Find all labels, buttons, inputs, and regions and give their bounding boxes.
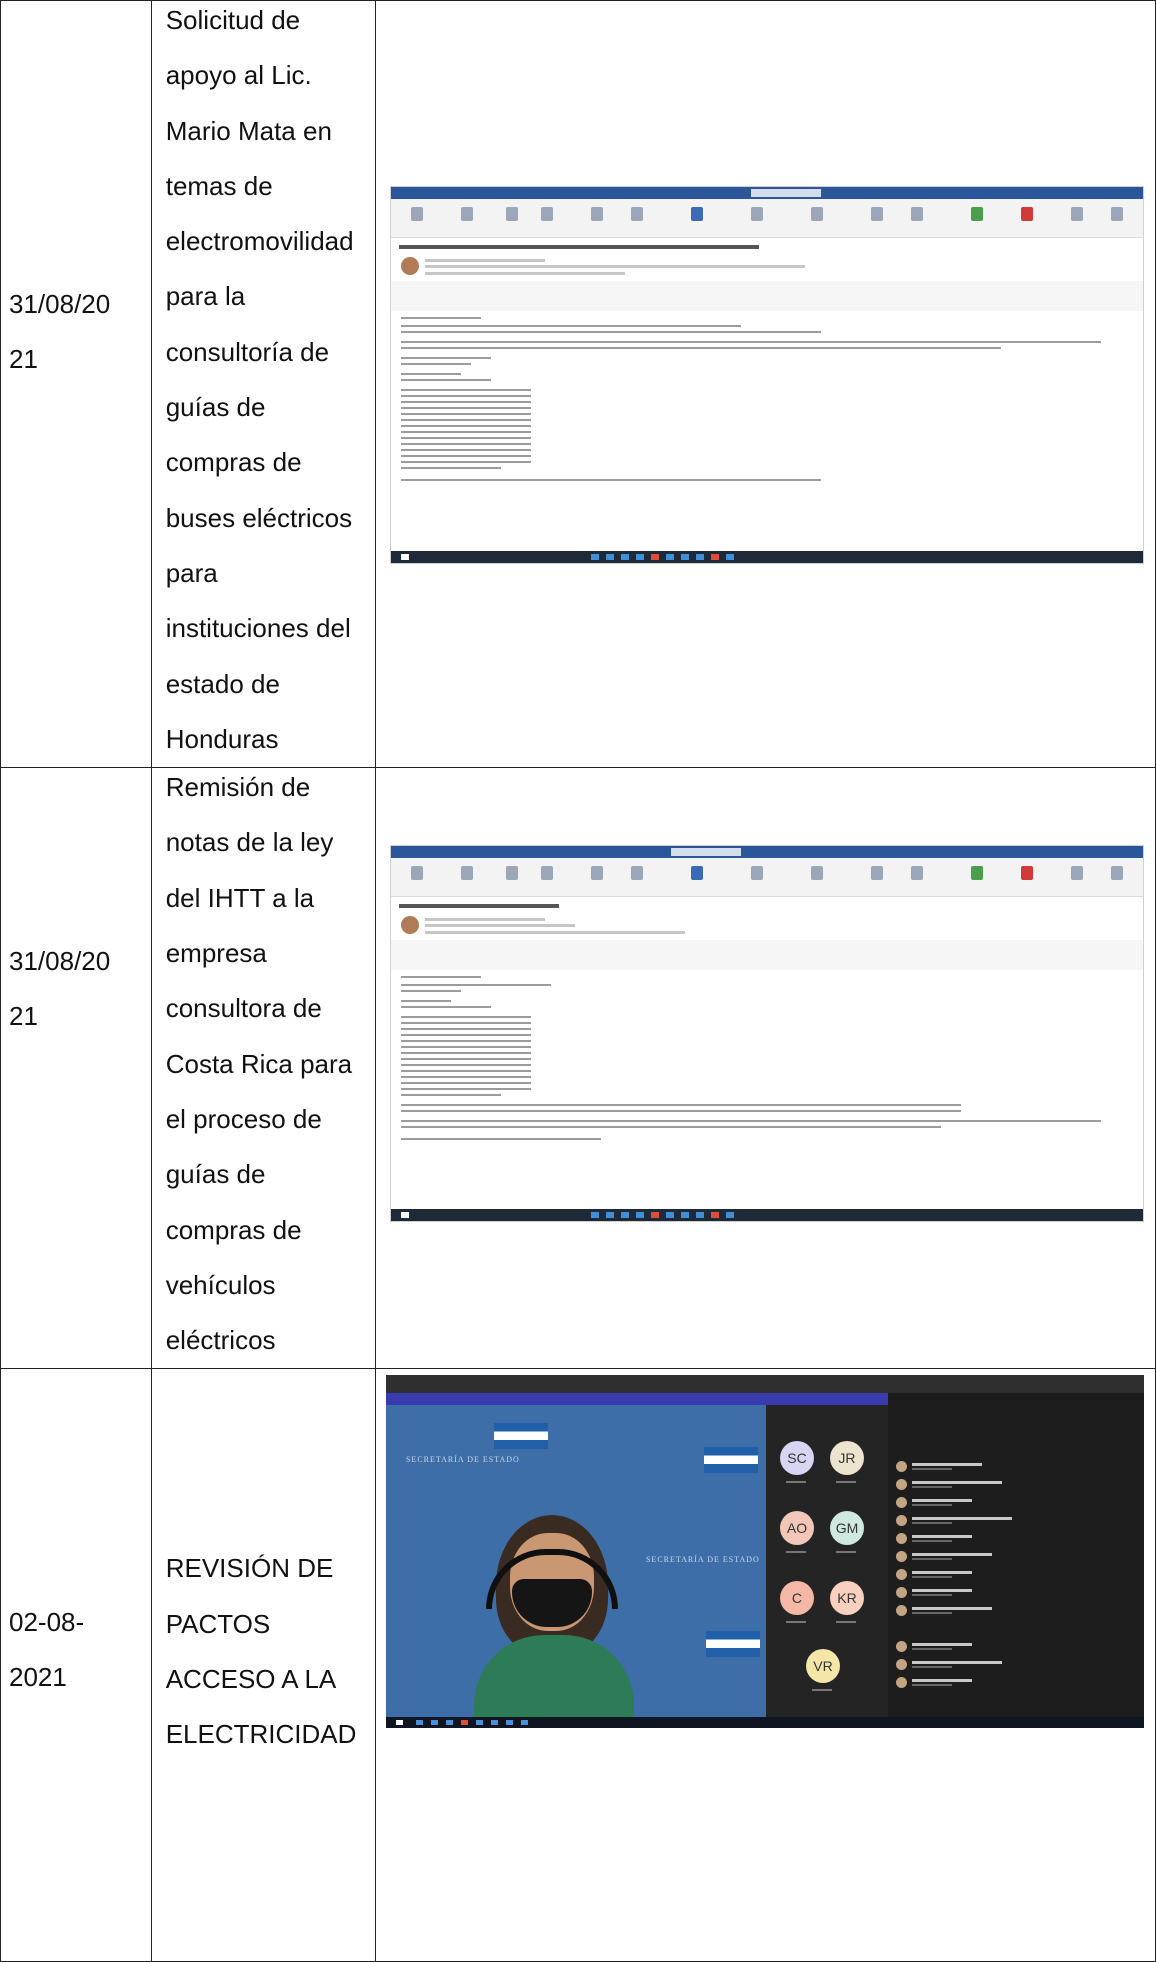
date-cell: 31/08/2021 bbox=[0, 0, 152, 769]
email-body bbox=[390, 311, 1143, 551]
activity-log-table: 31/08/2021 Solicitud de apoyo al Lic. Ma… bbox=[0, 0, 1156, 1962]
date-text: 31/08/2021 bbox=[9, 289, 111, 374]
window-titlebar bbox=[390, 187, 1143, 199]
email-sender bbox=[390, 914, 1143, 941]
taskbar bbox=[390, 1209, 1143, 1222]
participant-tile: C bbox=[779, 1581, 814, 1616]
avatar bbox=[400, 916, 419, 935]
taskbar bbox=[390, 551, 1143, 563]
participant-tiles: SC JR AO GM C KR VR bbox=[765, 1405, 888, 1718]
date-text: 02-08-2021 bbox=[9, 1607, 85, 1693]
ribbon-toolbar bbox=[390, 199, 1143, 238]
avatar bbox=[400, 257, 419, 275]
table-row: 02-08-2021 REVISIÓN DE PACTOS ACCESO A L… bbox=[0, 1368, 1156, 1962]
meeting-titlebar bbox=[385, 1375, 1144, 1394]
participant-tile: VR bbox=[805, 1649, 840, 1684]
table-row: 31/08/2021 Solicitud de apoyo al Lic. Ma… bbox=[0, 0, 1156, 769]
table-row: 31/08/2021 Remisión de notas de la ley d… bbox=[0, 767, 1156, 1370]
description-cell: REVISIÓN DE PACTOS ACCESO A LA ELECTRICI… bbox=[150, 1368, 376, 1962]
description-cell: Solicitud de apoyo al Lic. Mario Mata en… bbox=[150, 0, 376, 769]
date-text: 31/08/2021 bbox=[9, 946, 111, 1032]
evidence-cell: SECRETARÍA DE ESTADO SECRETARÍA DE ESTAD… bbox=[374, 1368, 1156, 1962]
participant-tile: KR bbox=[829, 1581, 864, 1616]
participants-panel bbox=[887, 1393, 1144, 1718]
ribbon-toolbar bbox=[390, 858, 1143, 898]
recording-banner bbox=[385, 1393, 888, 1406]
date-cell: 02-08-2021 bbox=[0, 1368, 152, 1962]
evidence-cell bbox=[374, 767, 1156, 1370]
taskbar bbox=[385, 1717, 1144, 1729]
evidence-cell bbox=[374, 0, 1156, 769]
participant-tile: JR bbox=[829, 1441, 864, 1476]
description-text: REVISIÓN DE PACTOS ACCESO A LA ELECTRICI… bbox=[165, 1553, 357, 1750]
email-subject-line bbox=[390, 238, 1143, 255]
window-titlebar bbox=[390, 846, 1143, 859]
participant-tile: GM bbox=[829, 1511, 864, 1546]
participant-tile: SC bbox=[779, 1441, 814, 1476]
description-text: Solicitud de apoyo al Lic. Mario Mata en… bbox=[165, 5, 354, 754]
email-sender bbox=[390, 255, 1143, 281]
email-body bbox=[390, 970, 1143, 1210]
description-text: Remisión de notas de la ley del IHTT a l… bbox=[165, 772, 353, 1356]
date-cell: 31/08/2021 bbox=[0, 767, 152, 1370]
email-subject-line bbox=[390, 897, 1143, 915]
email-screenshot bbox=[389, 186, 1144, 564]
participant-video bbox=[473, 1515, 634, 1718]
description-cell: Remisión de notas de la ley del IHTT a l… bbox=[150, 767, 376, 1370]
email-screenshot bbox=[389, 845, 1144, 1223]
video-call-screenshot: SECRETARÍA DE ESTADO SECRETARÍA DE ESTAD… bbox=[385, 1375, 1144, 1729]
main-video: SECRETARÍA DE ESTADO SECRETARÍA DE ESTAD… bbox=[385, 1405, 766, 1718]
participant-tile: AO bbox=[779, 1511, 814, 1546]
